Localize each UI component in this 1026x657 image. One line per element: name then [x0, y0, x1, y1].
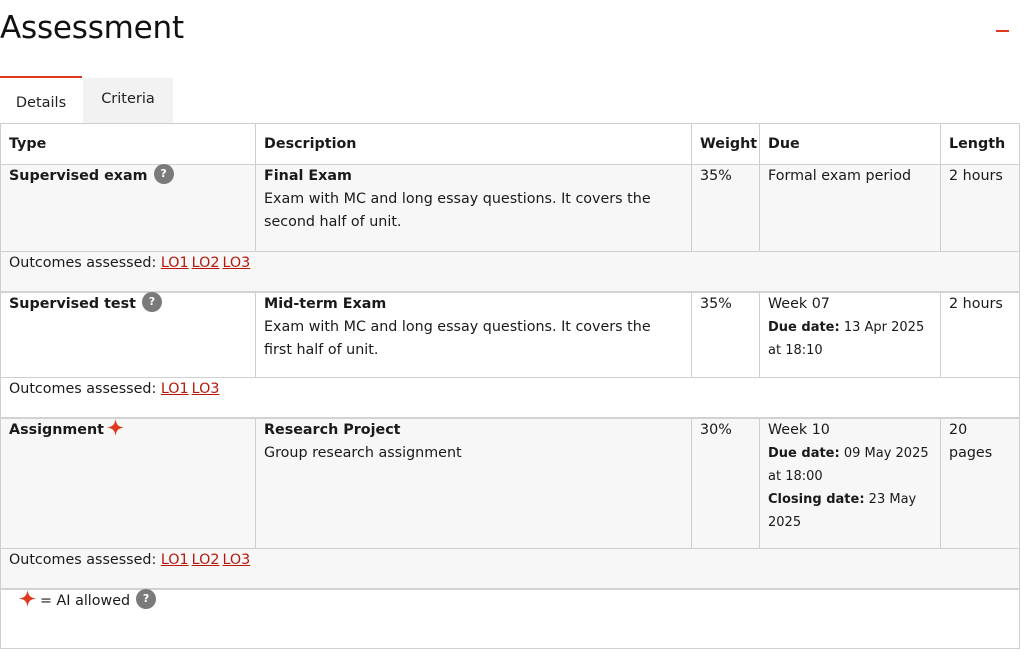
minus-icon[interactable] [996, 30, 1009, 32]
tab-criteria[interactable]: Criteria [83, 78, 173, 123]
assessment-description: Exam with MC and long essay questions. I… [264, 191, 651, 230]
outcome-link-lo1[interactable]: LO1 [161, 381, 189, 397]
description-cell: Mid-term Exam Exam with MC and long essa… [255, 290, 692, 378]
assessment-description: Group research assignment [264, 444, 462, 461]
outcomes-label: Outcomes assessed: [9, 255, 157, 271]
due-date-label: Due date: [768, 319, 840, 335]
assessment-title: Mid-term Exam [264, 295, 387, 312]
column-header-description: Description [255, 123, 692, 165]
table-row: Assignment Research Project Group resear… [0, 416, 1020, 549]
due-cell: Week 10 Due date: 09 May 2025 at 18:00 C… [759, 416, 941, 549]
outcomes-label: Outcomes assessed: [9, 552, 157, 568]
assessment-title: Research Project [264, 421, 401, 438]
outcomes-cell: Outcomes assessed: LO1 LO2 LO3 [0, 251, 1020, 292]
length-cell: 2 hours [940, 290, 1020, 378]
type-cell: Assignment [0, 416, 256, 549]
table-row: Supervised test? Mid-term Exam Exam with… [0, 290, 1020, 378]
question-circle-icon[interactable]: ? [141, 291, 162, 312]
outcomes-row: Outcomes assessed: LO1 LO3 [0, 377, 1020, 418]
assessment-table: Type Description Weight Due Length Super… [0, 123, 1020, 649]
description-cell: Final Exam Exam with MC and long essay q… [255, 164, 692, 252]
question-circle-icon[interactable]: ? [136, 588, 157, 609]
table-header-row: Type Description Weight Due Length [0, 123, 1020, 165]
description-cell: Research Project Group research assignme… [255, 416, 692, 549]
question-circle-icon[interactable]: ? [153, 164, 174, 184]
type-cell: Supervised test? [0, 290, 256, 378]
type-label: Assignment [9, 421, 105, 438]
assessment-title: Final Exam [264, 168, 352, 184]
due-week: Week 07 [768, 295, 830, 312]
tab-details[interactable]: Details [0, 76, 82, 123]
legend-row: = AI allowed? [0, 587, 1020, 649]
legend-cell: = AI allowed? [0, 587, 1020, 649]
outcomes-cell: Outcomes assessed: LO1 LO2 LO3 [0, 548, 1020, 589]
tab-bar: Details Criteria [0, 76, 173, 123]
outcome-link-lo3[interactable]: LO3 [222, 552, 250, 568]
outcomes-row: Outcomes assessed: LO1 LO2 LO3 [0, 251, 1020, 292]
type-label: Supervised exam [9, 168, 148, 184]
closing-date: Closing date: 23 May 2025 [768, 488, 932, 534]
due-cell: Week 07 Due date: 13 Apr 2025 at 18:10 [759, 290, 941, 378]
type-cell: Supervised exam? [0, 164, 256, 252]
table-row: Supervised exam? Final Exam Exam with MC… [0, 164, 1020, 252]
column-header-weight: Weight [691, 123, 760, 165]
outcomes-label: Outcomes assessed: [9, 381, 157, 397]
outcomes-row: Outcomes assessed: LO1 LO2 LO3 [0, 548, 1020, 589]
outcome-link-lo1[interactable]: LO1 [161, 255, 189, 271]
weight-cell: 30% [691, 416, 760, 549]
closing-date-label: Closing date: [768, 491, 865, 507]
column-header-length: Length [940, 123, 1020, 165]
column-header-due: Due [759, 123, 941, 165]
due-date: Due date: 13 Apr 2025 at 18:10 [768, 316, 932, 362]
outcome-link-lo3[interactable]: LO3 [192, 381, 220, 397]
column-header-type: Type [0, 123, 256, 165]
outcome-link-lo2[interactable]: LO2 [192, 255, 220, 271]
outcomes-cell: Outcomes assessed: LO1 LO3 [0, 377, 1020, 418]
due-date: Due date: 09 May 2025 at 18:00 [768, 442, 932, 488]
assessment-description: Exam with MC and long essay questions. I… [264, 318, 651, 358]
due-date-label: Due date: [768, 445, 840, 461]
outcome-link-lo1[interactable]: LO1 [161, 552, 189, 568]
page-title: Assessment [0, 10, 184, 46]
sparkle-icon [107, 419, 125, 436]
length-cell: 20 pages [940, 416, 1020, 549]
legend-text: = AI allowed [40, 592, 131, 609]
due-cell: Formal exam period [759, 164, 941, 252]
outcome-link-lo3[interactable]: LO3 [222, 255, 250, 271]
weight-cell: 35% [691, 290, 760, 378]
weight-cell: 35% [691, 164, 760, 252]
type-label: Supervised test [9, 295, 136, 312]
length-cell: 2 hours [940, 164, 1020, 252]
sparkle-icon [19, 590, 36, 607]
outcome-link-lo2[interactable]: LO2 [192, 552, 220, 568]
due-week: Week 10 [768, 421, 830, 438]
